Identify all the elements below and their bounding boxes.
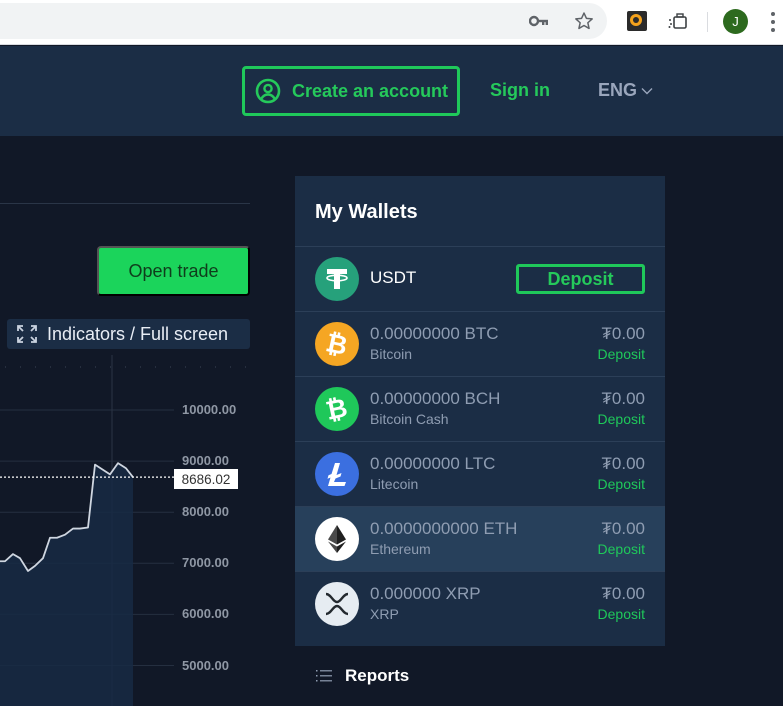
wallet-name: Bitcoin bbox=[370, 346, 413, 362]
wallet-fiat-value: ₮0.00 bbox=[601, 519, 645, 538]
bitcoin-cash-icon: ₿ bbox=[315, 387, 359, 431]
wallet-row-bch[interactable]: ₿ 0.00000000 BCH Bitcoin Cash ₮0.00 Depo… bbox=[295, 376, 665, 441]
tether-icon bbox=[315, 257, 359, 301]
language-label: ENG bbox=[598, 80, 638, 100]
wallets-panel: My Wallets USDT Deposit ₿ 0.00000000 BTC… bbox=[295, 176, 665, 646]
wallet-deposit-link[interactable]: Deposit bbox=[598, 346, 645, 362]
chart-divider bbox=[0, 203, 250, 204]
create-account-button[interactable]: Create an account bbox=[242, 66, 460, 116]
star-icon[interactable] bbox=[573, 10, 595, 32]
wallet-amount: 0.0000000000 ETH bbox=[370, 519, 518, 538]
wallet-name: Bitcoin Cash bbox=[370, 411, 449, 427]
open-trade-button[interactable]: Open trade bbox=[97, 246, 250, 296]
language-selector[interactable]: ENG bbox=[598, 80, 653, 101]
wallet-deposit-link[interactable]: Deposit bbox=[598, 476, 645, 492]
y-tick-label: 10000.00 bbox=[182, 402, 237, 417]
avatar-initial: J bbox=[732, 14, 739, 29]
wallet-name: Ethereum bbox=[370, 541, 431, 557]
wallet-row-ltc[interactable]: 0.00000000 LTC Litecoin ₮0.00 Deposit bbox=[295, 441, 665, 506]
y-tick-label: 6000.00 bbox=[182, 606, 229, 622]
indicators-label: Indicators / Full screen bbox=[47, 323, 229, 344]
extension-tracker-icon[interactable] bbox=[627, 11, 647, 31]
wallet-amount: 0.000000 XRP bbox=[370, 584, 481, 603]
wallet-deposit-link[interactable]: Deposit bbox=[598, 606, 645, 622]
y-tick-label: 5000.00 bbox=[182, 657, 229, 673]
wallet-amount: 0.00000000 LTC bbox=[370, 454, 496, 473]
user-circle-icon bbox=[255, 78, 281, 104]
reports-label: Reports bbox=[345, 666, 410, 685]
y-tick-label: 8000.00 bbox=[182, 504, 229, 520]
wallet-fiat-value: ₮0.00 bbox=[601, 389, 645, 408]
indicators-fullscreen-button[interactable]: Indicators / Full screen bbox=[7, 319, 250, 349]
address-bar[interactable] bbox=[0, 3, 607, 39]
open-trade-label: Open trade bbox=[128, 260, 219, 281]
wallet-row-usdt[interactable]: USDT Deposit bbox=[295, 246, 665, 311]
expand-icon bbox=[17, 325, 37, 343]
y-tick-label: 7000.00 bbox=[182, 555, 229, 571]
wallets-title: My Wallets bbox=[315, 201, 418, 223]
bitcoin-icon: ₿ bbox=[315, 322, 359, 366]
wallet-row-xrp[interactable]: 0.000000 XRP XRP ₮0.00 Deposit bbox=[295, 571, 665, 636]
extension-puzzle-icon[interactable] bbox=[667, 10, 689, 32]
wallet-row-btc[interactable]: ₿ 0.00000000 BTC Bitcoin ₮0.00 Deposit bbox=[295, 311, 665, 376]
wallet-name: Litecoin bbox=[370, 476, 419, 492]
wallet-deposit-link[interactable]: Deposit bbox=[598, 411, 645, 427]
chevron-down-icon bbox=[641, 87, 653, 94]
toolbar-divider bbox=[707, 12, 708, 32]
create-account-label: Create an account bbox=[292, 80, 449, 101]
ethereum-icon bbox=[315, 517, 359, 561]
browser-toolbar: J bbox=[0, 0, 783, 45]
wallet-row-eth[interactable]: 0.0000000000 ETH Ethereum ₮0.00 Deposit bbox=[295, 506, 665, 571]
usdt-label: USDT bbox=[370, 268, 417, 287]
price-area bbox=[0, 463, 133, 706]
current-price-label: 8686.02 bbox=[174, 469, 238, 489]
site-header: Create an account Sign in ENG bbox=[0, 46, 783, 136]
wallet-name: XRP bbox=[370, 606, 399, 622]
menu-icon[interactable] bbox=[771, 12, 775, 32]
reports-link[interactable]: Reports bbox=[316, 666, 409, 686]
wallet-fiat-value: ₮0.00 bbox=[601, 324, 645, 343]
xrp-icon bbox=[315, 582, 359, 626]
litecoin-icon bbox=[315, 452, 359, 496]
y-tick-label: 9000.00 bbox=[182, 453, 229, 469]
sign-in-link[interactable]: Sign in bbox=[490, 80, 550, 101]
wallet-fiat-value: ₮0.00 bbox=[601, 454, 645, 473]
wallet-deposit-link[interactable]: Deposit bbox=[598, 541, 645, 557]
key-icon[interactable] bbox=[528, 10, 550, 32]
wallet-fiat-value: ₮0.00 bbox=[601, 584, 645, 603]
list-icon bbox=[316, 670, 332, 682]
avatar[interactable]: J bbox=[723, 9, 748, 34]
usdt-deposit-button[interactable]: Deposit bbox=[516, 264, 645, 294]
wallet-amount: 0.00000000 BCH bbox=[370, 389, 501, 408]
wallet-amount: 0.00000000 BTC bbox=[370, 324, 499, 343]
